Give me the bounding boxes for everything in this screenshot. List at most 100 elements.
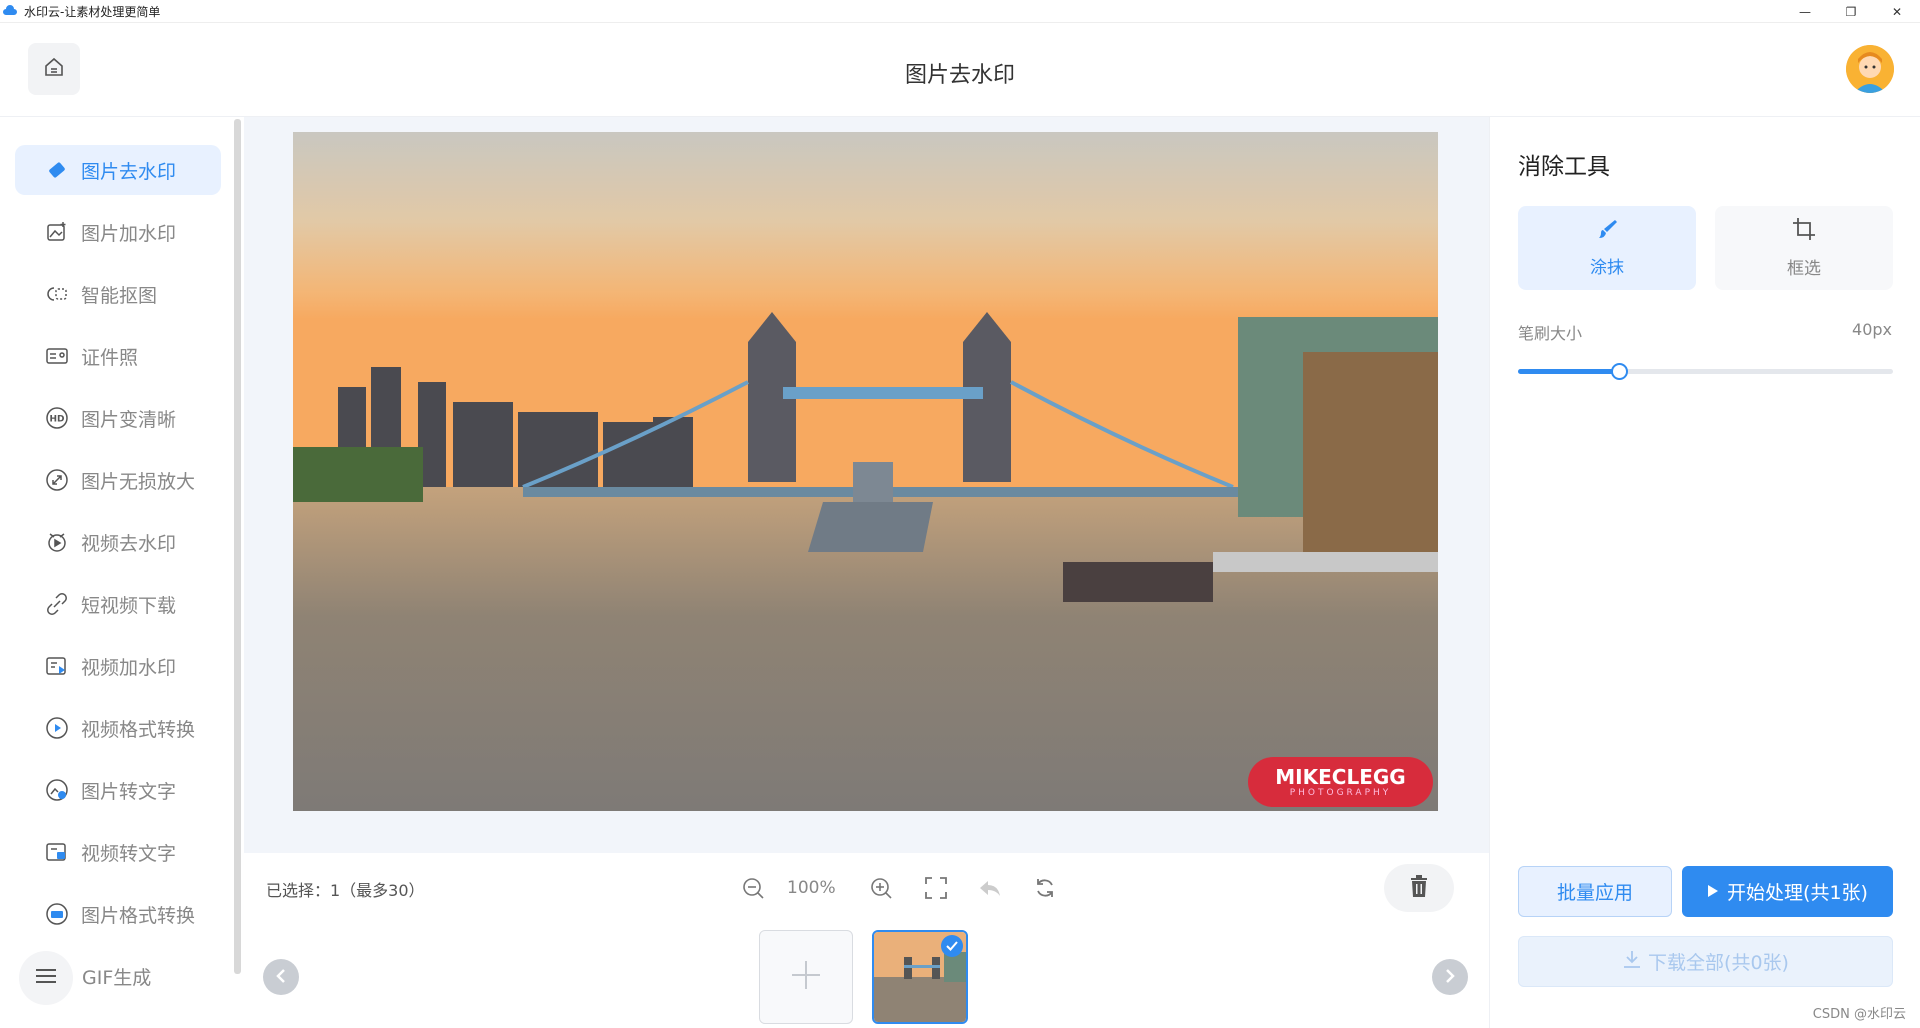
- reset-icon[interactable]: [1032, 875, 1058, 901]
- add-image-button[interactable]: [759, 930, 853, 1024]
- sidebar-item-id-photo[interactable]: 证件照: [15, 331, 221, 381]
- download-icon: [1622, 949, 1642, 974]
- user-avatar[interactable]: [1846, 45, 1894, 93]
- thumbnail-strip: [244, 923, 1489, 1028]
- tool-smear-label: 涂抹: [1590, 258, 1624, 278]
- sidebar-item-label: 视频加水印: [81, 656, 177, 679]
- eraser-icon: [45, 158, 69, 182]
- brush-size-slider[interactable]: [1518, 363, 1893, 380]
- image-text-icon: [45, 778, 69, 802]
- sidebar-item-label: 图片去水印: [81, 160, 177, 183]
- selection-count: 已选择：1（最多30）: [266, 881, 425, 900]
- edit-image[interactable]: MIKECLEGG PHOTOGRAPHY: [293, 132, 1438, 811]
- video-convert-icon: [45, 716, 69, 740]
- download-link-icon: [45, 592, 69, 616]
- sidebar-item-image-enlarge[interactable]: 图片无损放大: [15, 455, 221, 505]
- tool-panel: 消除工具 涂抹 框选 笔刷大小 40px 批量应用 开始处理(共1张) 下载全部…: [1489, 117, 1920, 1028]
- sidebar-item-image-sharpen[interactable]: HD 图片变清晰: [15, 393, 221, 443]
- maximize-button[interactable]: ❐: [1828, 0, 1874, 23]
- brush-size-value: 40px: [1852, 320, 1892, 339]
- trash-icon: [1409, 875, 1429, 901]
- tool-box-select-button[interactable]: 框选: [1715, 206, 1893, 290]
- start-process-label: 开始处理(共1张): [1727, 882, 1868, 904]
- tool-smear-button[interactable]: 涂抹: [1518, 206, 1696, 290]
- hd-icon: HD: [45, 406, 69, 430]
- sidebar-item-image-format-convert[interactable]: 图片格式转换: [15, 889, 221, 939]
- zoom-out-icon[interactable]: [740, 875, 766, 901]
- sidebar-item-image-to-text[interactable]: 图片转文字: [15, 765, 221, 815]
- delete-button[interactable]: [1384, 864, 1454, 912]
- window-titlebar: 水印云-让素材处理更简单 — ❐ ✕: [0, 0, 1920, 23]
- sidebar-item-video-watermark-add[interactable]: 视频加水印: [15, 641, 221, 691]
- video-add-icon: [45, 654, 69, 678]
- id-card-icon: [45, 344, 69, 368]
- fit-screen-icon[interactable]: [923, 875, 949, 901]
- selected-check-icon: [941, 935, 963, 957]
- tool-panel-title: 消除工具: [1518, 154, 1610, 180]
- sidebar-item-label: 视频转文字: [81, 842, 177, 865]
- sidebar-scrollbar[interactable]: [234, 119, 241, 974]
- slider-fill: [1518, 369, 1619, 374]
- sidebar-item-gif[interactable]: GIF生成: [15, 951, 221, 1005]
- sidebar-collapse-button[interactable]: [19, 951, 73, 1005]
- sidebar-item-label: 证件照: [81, 346, 139, 369]
- batch-apply-button[interactable]: 批量应用: [1518, 866, 1672, 917]
- next-button[interactable]: [1432, 959, 1468, 995]
- sidebar-item-label: 短视频下载: [81, 594, 177, 617]
- menu-icon: [35, 967, 57, 990]
- watermark-mark: MIKECLEGG PHOTOGRAPHY: [1248, 757, 1433, 807]
- page-title: 图片去水印: [904, 63, 1015, 88]
- image-thumbnail[interactable]: [872, 930, 968, 1024]
- download-all-button[interactable]: 下载全部(共0张): [1518, 936, 1893, 987]
- window-title: 水印云-让素材处理更简单: [24, 4, 161, 19]
- canvas-area: MIKECLEGG PHOTOGRAPHY: [244, 117, 1489, 853]
- sidebar-item-video-to-text[interactable]: 视频转文字: [15, 827, 221, 877]
- sidebar-item-label: GIF生成: [82, 966, 152, 989]
- sidebar-item-image-watermark-add[interactable]: 图片加水印: [15, 207, 221, 257]
- zoom-level: 100%: [787, 878, 836, 898]
- sidebar-item-label: 视频去水印: [81, 532, 177, 555]
- app-cloud-icon: [2, 3, 18, 19]
- crop-icon: [1792, 217, 1816, 246]
- enlarge-icon: [45, 468, 69, 492]
- prev-button[interactable]: [263, 959, 299, 995]
- cutout-icon: [45, 282, 69, 306]
- minimize-button[interactable]: —: [1782, 0, 1828, 23]
- sidebar: 图片去水印 图片加水印 智能抠图 证件照 HD 图片变清晰 图片无损放大 视频去…: [0, 117, 244, 1028]
- source-credit: CSDN @水印云: [1812, 1007, 1906, 1022]
- sidebar-item-label: 图片无损放大: [81, 470, 196, 493]
- sidebar-item-label: 图片转文字: [81, 780, 177, 803]
- sidebar-item-label: 智能抠图: [81, 284, 158, 307]
- image-add-icon: [45, 220, 69, 244]
- watermark-subtext: PHOTOGRAPHY: [1289, 788, 1392, 798]
- play-icon: [1707, 881, 1719, 903]
- zoom-in-icon[interactable]: [868, 875, 894, 901]
- sidebar-item-label: 图片变清晰: [81, 408, 177, 431]
- chevron-right-icon: [1444, 968, 1456, 987]
- watermark-text: MIKECLEGG: [1275, 765, 1406, 789]
- svg-text:HD: HD: [49, 415, 64, 425]
- slider-handle[interactable]: [1611, 363, 1628, 380]
- brush-size-label: 笔刷大小: [1518, 324, 1583, 343]
- canvas-toolbar: 已选择：1（最多30） 100%: [244, 853, 1489, 923]
- close-button[interactable]: ✕: [1874, 0, 1920, 23]
- sidebar-item-label: 图片格式转换: [81, 904, 196, 927]
- chevron-left-icon: [275, 968, 287, 987]
- video-eraser-icon: [45, 530, 69, 554]
- sidebar-item-video-format-convert[interactable]: 视频格式转换: [15, 703, 221, 753]
- jpg-icon: [45, 902, 69, 926]
- sidebar-item-image-watermark-remove[interactable]: 图片去水印: [15, 145, 221, 195]
- sidebar-item-label: 图片加水印: [81, 222, 177, 245]
- video-text-icon: [45, 840, 69, 864]
- app-header: 图片去水印: [0, 23, 1920, 117]
- start-process-button[interactable]: 开始处理(共1张): [1682, 866, 1893, 917]
- plus-icon: [790, 959, 822, 995]
- download-all-label: 下载全部(共0张): [1648, 952, 1789, 974]
- sidebar-item-smart-cutout[interactable]: 智能抠图: [15, 269, 221, 319]
- sidebar-item-short-video-download[interactable]: 短视频下载: [15, 579, 221, 629]
- sidebar-item-label: 视频格式转换: [81, 718, 196, 741]
- undo-icon[interactable]: [977, 875, 1003, 901]
- sidebar-item-video-watermark-remove[interactable]: 视频去水印: [15, 517, 221, 567]
- tool-box-select-label: 框选: [1787, 259, 1821, 279]
- brush-icon: [1596, 218, 1618, 245]
